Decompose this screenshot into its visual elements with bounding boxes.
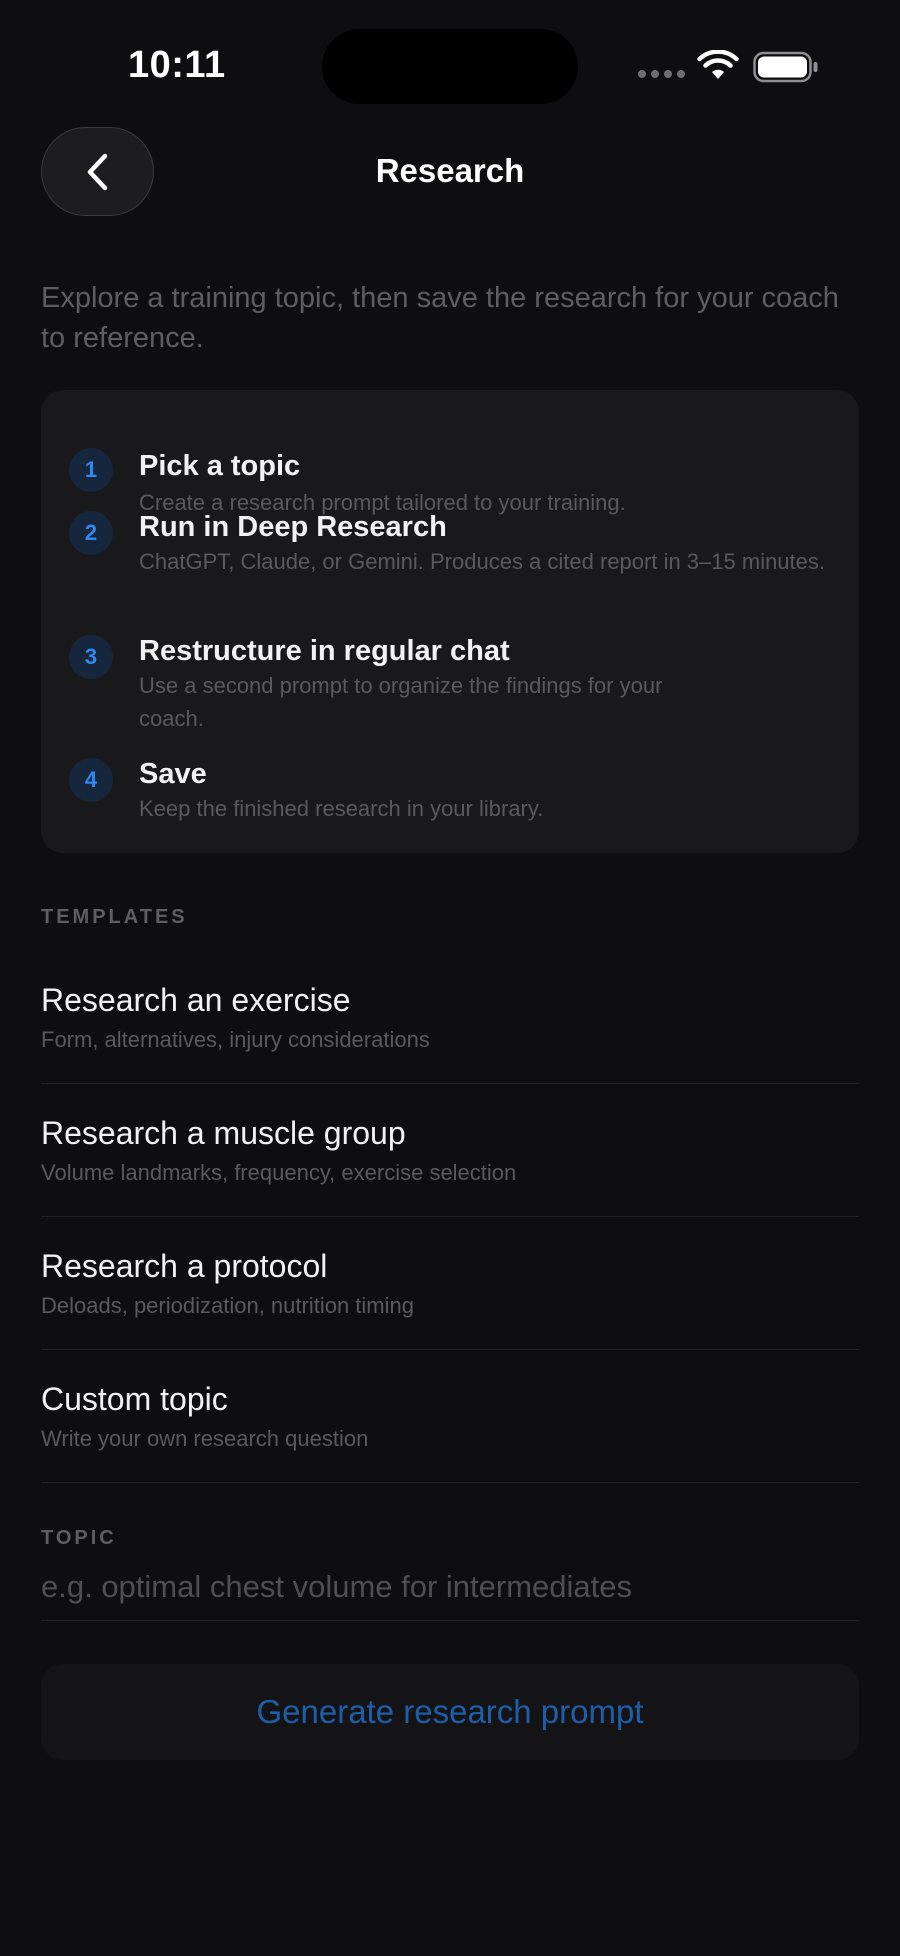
template-title: Research an exercise (41, 982, 351, 1018)
wifi-icon (697, 50, 739, 79)
divider (41, 1216, 859, 1217)
divider (41, 1620, 859, 1621)
template-subtitle: Deloads, periodization, nutrition timing (41, 1293, 414, 1318)
template-title: Research a muscle group (41, 1115, 406, 1151)
page-title: Research (375, 152, 525, 189)
template-custom-topic[interactable]: Custom topic Write your own research que… (41, 1381, 859, 1513)
templates-section-label: TEMPLATES (41, 906, 188, 928)
divider (41, 1482, 859, 1483)
status-bar: 10:11 (0, 0, 900, 130)
status-time: 10:11 (128, 44, 226, 86)
step-number-badge: 3 (69, 635, 113, 679)
topic-input[interactable] (41, 1562, 859, 1612)
template-subtitle: Volume landmarks, frequency, exercise se… (41, 1160, 517, 1185)
step-title: Pick a topic (139, 450, 301, 482)
template-title: Research a protocol (41, 1248, 328, 1284)
step-number-badge: 4 (69, 758, 113, 802)
step-description: ChatGPT, Claude, or Gemini. Produces a c… (139, 549, 826, 574)
template-research-protocol[interactable]: Research a protocol Deloads, periodizati… (41, 1248, 859, 1380)
topic-section-label: TOPIC (41, 1527, 117, 1549)
step-description: Use a second prompt to organize the find… (139, 673, 663, 731)
template-title: Custom topic (41, 1381, 228, 1417)
divider (41, 1349, 859, 1350)
step-title: Save (139, 758, 207, 790)
template-subtitle: Form, alternatives, injury consideration… (41, 1027, 430, 1052)
generate-research-prompt-button[interactable]: Generate research prompt (41, 1664, 859, 1760)
steps-card: 1 Pick a topic Create a research prompt … (41, 390, 859, 853)
step-number-badge: 2 (69, 511, 113, 555)
step-description: Keep the finished research in your libra… (139, 796, 544, 821)
step-title: Run in Deep Research (139, 511, 447, 543)
step-title: Restructure in regular chat (139, 635, 510, 667)
template-research-muscle-group[interactable]: Research a muscle group Volume landmarks… (41, 1115, 859, 1247)
template-research-exercise[interactable]: Research an exercise Form, alternatives,… (41, 982, 859, 1114)
divider (41, 1083, 859, 1084)
step-number-badge: 1 (69, 448, 113, 492)
battery-icon (753, 51, 818, 83)
intro-text: Explore a training topic, then save the … (41, 282, 839, 354)
cellular-signal-icon (638, 70, 685, 78)
dynamic-island (322, 29, 578, 104)
template-subtitle: Write your own research question (41, 1426, 369, 1451)
